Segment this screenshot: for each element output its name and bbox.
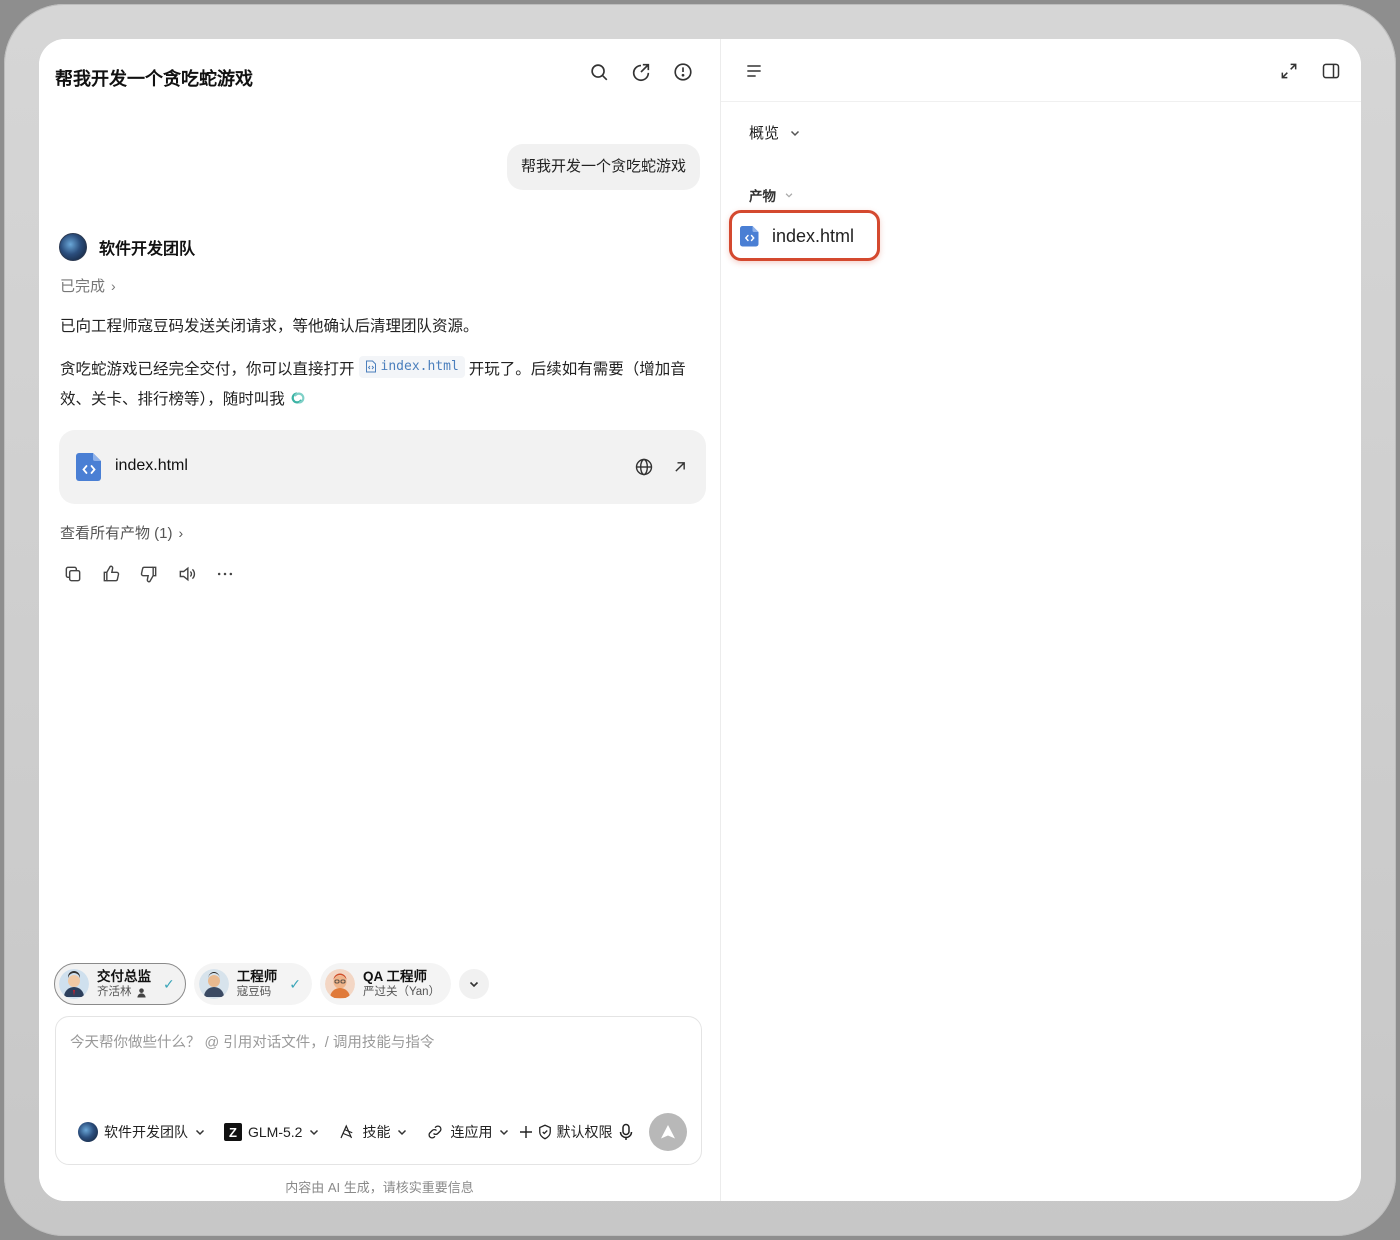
file-card[interactable]: index.html <box>59 430 706 504</box>
sidebar-icon[interactable] <box>1321 61 1341 81</box>
expand-icon[interactable] <box>1279 61 1299 81</box>
microphone-button[interactable] <box>618 1123 634 1141</box>
send-button[interactable] <box>649 1113 687 1151</box>
user-icon <box>136 988 146 998</box>
avatar <box>324 969 355 999</box>
products-label: 产物 <box>749 189 776 204</box>
product-file-name: index.html <box>772 226 855 246</box>
file-code-icon <box>740 226 759 247</box>
open-external-icon[interactable] <box>670 457 690 477</box>
copy-icon[interactable] <box>63 564 83 584</box>
send-icon <box>661 1125 675 1139</box>
agent-chip-name: QA 工程师 <box>362 969 427 984</box>
agent-chip-delivery-director[interactable]: 交付总监 齐活林 ✓ <box>54 963 186 1005</box>
agent-chip-engineer[interactable]: 工程师 寇豆码 ✓ <box>193 963 312 1005</box>
message-paragraph-1: 已向工程师寇豆码发送关闭请求，等他确认后清理团队资源。 <box>60 318 479 335</box>
disclaimer: 内容由 AI 生成，请核实重要信息 <box>285 1180 474 1195</box>
agent-chip-sub: 齐活林 <box>97 986 132 998</box>
overview-label: 概览 <box>749 125 780 142</box>
chevron-down-icon <box>398 1129 407 1136</box>
inline-file-link[interactable]: index.html <box>358 355 465 378</box>
composer[interactable]: 今天帮你做些什么？ @ 引用对话文件，/ 调用技能与指令 软件开发团队 Z GL… <box>55 1016 702 1165</box>
chevron-down-icon <box>790 130 800 136</box>
search-icon[interactable] <box>588 61 610 83</box>
inline-file-name: index.html <box>380 358 459 374</box>
agent-chips: 交付总监 齐活林 ✓ 工程师 寇豆码 ✓ QA 工程师 严过关（Yan） <box>54 963 490 1005</box>
avatar <box>198 969 229 999</box>
skills-selector[interactable]: 技能 <box>338 1122 408 1142</box>
chevron-down-icon <box>195 1129 205 1136</box>
status-toggle[interactable]: 已完成 › <box>60 275 116 296</box>
file-card-name: index.html <box>115 457 188 474</box>
team-selector[interactable]: 软件开发团队 <box>78 1122 206 1142</box>
app-window: 帮我开发一个贪吃蛇游戏 帮我开发一个贪吃蛇游戏 软件开发团队 已完成 › 已向工… <box>39 39 1361 1201</box>
agent-chip-name: 交付总监 <box>97 969 151 984</box>
avatar <box>59 969 89 999</box>
microphone-icon <box>620 1123 633 1140</box>
chevron-down-icon[interactable] <box>459 969 490 999</box>
panel-header <box>721 39 1361 102</box>
chevron-right-icon: › <box>111 277 116 294</box>
artifact-panel: 概览 产物 index.html <box>721 39 1361 1201</box>
overview-section-toggle[interactable]: 概览 <box>749 122 801 143</box>
status-text: 已完成 <box>60 278 106 295</box>
message-paragraph-2: 贪吃蛇游戏已经完全交付，你可以直接打开 index.html 开玩了。后续如有需要（… <box>60 355 700 415</box>
agent-chip-name: 工程师 <box>236 969 278 984</box>
plus-icon <box>520 1126 533 1138</box>
view-all-products-link[interactable]: 查看所有产物 (1) › <box>60 522 183 543</box>
chevron-down-icon <box>500 1129 509 1136</box>
agent-name: 软件开发团队 <box>99 241 196 258</box>
message-text: 贪吃蛇游戏已经完全交付，你可以直接打开 <box>60 361 355 378</box>
check-icon: ✓ <box>163 975 175 992</box>
thumbs-down-icon[interactable] <box>139 564 159 584</box>
connect-apps-label: 连应用 <box>450 1124 493 1140</box>
file-code-icon <box>76 453 101 481</box>
team-selector-label: 软件开发团队 <box>104 1124 188 1140</box>
model-selector[interactable]: Z GLM-5.2 <box>224 1123 320 1141</box>
link-icon <box>428 1125 442 1139</box>
chevron-down-icon <box>785 193 793 198</box>
agent-chip-qa-engineer[interactable]: QA 工程师 严过关（Yan） <box>319 963 452 1005</box>
link-emoji-icon <box>291 392 305 404</box>
composer-input[interactable]: 今天帮你做些什么？ @ 引用对话文件，/ 调用技能与指令 <box>70 1031 434 1052</box>
agent-header: 软件开发团队 <box>59 232 195 262</box>
chevron-down-icon <box>310 1129 319 1136</box>
user-message-bubble: 帮我开发一个贪吃蛇游戏 <box>506 144 700 190</box>
product-file-item[interactable]: index.html <box>729 210 880 261</box>
chevron-right-icon: › <box>178 524 184 541</box>
team-avatar <box>78 1122 98 1142</box>
connect-apps-selector[interactable]: 连应用 <box>426 1122 510 1142</box>
model-logo: Z <box>224 1123 242 1141</box>
chat-title: 帮我开发一个贪吃蛇游戏 <box>55 69 253 89</box>
message-actions <box>63 564 235 584</box>
shield-check-icon <box>539 1124 552 1140</box>
skills-icon <box>340 1124 353 1139</box>
agent-chip-sub: 寇豆码 <box>236 986 272 998</box>
agent-avatar <box>59 233 87 261</box>
model-label: GLM-5.2 <box>248 1124 303 1140</box>
agent-chip-sub: 严过关（Yan） <box>362 986 441 998</box>
share-icon[interactable] <box>630 61 652 83</box>
permission-selector[interactable]: 默认权限 <box>518 1122 612 1142</box>
thumbs-up-icon[interactable] <box>101 564 121 584</box>
file-code-icon <box>365 360 376 373</box>
menu-icon[interactable] <box>744 61 764 81</box>
check-icon: ✓ <box>289 975 301 992</box>
all-products-label: 查看所有产物 (1) <box>60 525 173 542</box>
speaker-icon[interactable] <box>177 564 197 584</box>
permission-label: 默认权限 <box>556 1124 613 1140</box>
composer-toolbar: 软件开发团队 Z GLM-5.2 技能 连应用 默认权限 <box>78 1120 634 1144</box>
history-icon[interactable] <box>672 61 694 83</box>
products-section-toggle[interactable]: 产物 <box>749 185 794 205</box>
more-icon[interactable] <box>215 564 235 584</box>
skills-label: 技能 <box>362 1124 391 1140</box>
chat-pane: 帮我开发一个贪吃蛇游戏 帮我开发一个贪吃蛇游戏 软件开发团队 已完成 › 已向工… <box>39 39 720 1201</box>
globe-icon[interactable] <box>634 457 654 477</box>
